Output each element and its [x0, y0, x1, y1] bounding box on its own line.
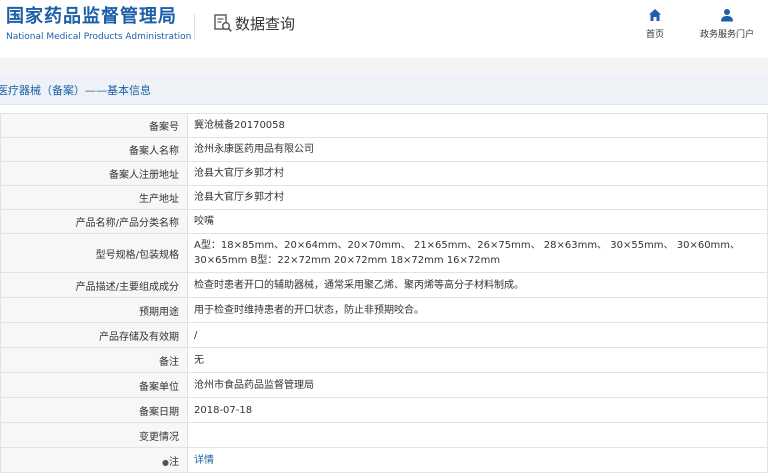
- table-row: 备案号 冀沧械备20170058: [0, 113, 768, 138]
- field-label: 产品存储及有效期: [0, 322, 188, 348]
- table-row: ●注 详情: [0, 447, 768, 473]
- field-label: 备案人名称: [0, 137, 188, 162]
- table-row: 预期用途 用于检查时维持患者的开口状态，防止非预期咬合。: [0, 297, 768, 323]
- details-link[interactable]: 详情: [194, 455, 214, 466]
- field-value: 咬嘴: [187, 209, 768, 234]
- logo-title-cn: 国家药品监督管理局: [6, 6, 177, 27]
- field-label: 型号规格/包装规格: [0, 233, 188, 273]
- field-value: 详情: [187, 447, 768, 473]
- field-label: 变更情况: [0, 422, 188, 448]
- breadcrumb-text: 医疗器械（备案）——基本信息: [0, 84, 151, 97]
- field-label: 备案号: [0, 113, 188, 138]
- detail-table: 备案号 冀沧械备20170058 备案人名称 沧州永康医药用品有限公司 备案人注…: [0, 113, 768, 473]
- field-label: 预期用途: [0, 297, 188, 323]
- field-value: 无: [187, 347, 768, 373]
- user-icon: [721, 9, 733, 22]
- table-row: 备案人名称 沧州永康医药用品有限公司: [0, 137, 768, 162]
- site-logo[interactable]: 国家药品监督管理局 National Medical Products Admi…: [6, 6, 191, 43]
- field-value: 沧州永康医药用品有限公司: [187, 137, 768, 162]
- note-icon: ●: [162, 457, 169, 467]
- field-label: 备注: [0, 347, 188, 373]
- data-query-title: 数据查询: [213, 12, 295, 34]
- table-row: 备注 无: [0, 347, 768, 373]
- query-label: 数据查询: [235, 14, 296, 33]
- breadcrumb: 医疗器械（备案）——基本信息: [0, 74, 768, 105]
- home-icon: [649, 9, 661, 21]
- field-label: 产品名称/产品分类名称: [0, 209, 188, 234]
- field-label: 生产地址: [0, 185, 188, 210]
- field-label: 备案人注册地址: [0, 161, 188, 186]
- document-search-icon: [214, 14, 232, 32]
- note-label: 注: [169, 456, 179, 468]
- nav-gov-portal-label: 政务服务门户: [700, 30, 755, 40]
- field-value: 2018-07-18: [187, 397, 768, 423]
- field-label: 备案单位: [0, 372, 188, 398]
- nav-home[interactable]: 首页: [646, 8, 664, 40]
- field-value: A型：18×85mm、20×64mm、20×70mm、 21×65mm、26×7…: [187, 233, 768, 273]
- table-row: 型号规格/包装规格 A型：18×85mm、20×64mm、20×70mm、 21…: [0, 233, 768, 273]
- field-value: 沧县大官厅乡郭才村: [187, 161, 768, 186]
- site-header: 国家药品监督管理局 National Medical Products Admi…: [0, 0, 768, 58]
- field-value: /: [187, 322, 768, 348]
- table-row: 产品存储及有效期 /: [0, 322, 768, 348]
- header-divider: [194, 14, 195, 40]
- table-row: 产品描述/主要组成成分 检查时患者开口的辅助器械，通常采用聚乙烯、聚丙烯等高分子…: [0, 272, 768, 298]
- logo-title-en: National Medical Products Administration: [6, 32, 192, 42]
- field-label: 备案日期: [0, 397, 188, 423]
- table-row: 备案日期 2018-07-18: [0, 397, 768, 423]
- nav-gov-portal[interactable]: 政务服务门户: [700, 8, 754, 40]
- header-strip: [0, 58, 768, 74]
- field-value: [187, 422, 768, 448]
- field-label: ●注: [0, 447, 188, 473]
- field-value: 检查时患者开口的辅助器械，通常采用聚乙烯、聚丙烯等高分子材料制成。: [187, 272, 768, 298]
- field-value: 用于检查时维持患者的开口状态，防止非预期咬合。: [187, 297, 768, 323]
- table-row: 变更情况: [0, 422, 768, 448]
- field-label: 产品描述/主要组成成分: [0, 272, 188, 298]
- nav-home-label: 首页: [646, 30, 665, 40]
- field-value: 冀沧械备20170058: [187, 113, 768, 138]
- table-row: 产品名称/产品分类名称 咬嘴: [0, 209, 768, 234]
- table-row: 备案人注册地址 沧县大官厅乡郭才村: [0, 161, 768, 186]
- field-value: 沧州市食品药品监督管理局: [187, 372, 768, 398]
- table-row: 生产地址 沧县大官厅乡郭才村: [0, 185, 768, 210]
- table-row: 备案单位 沧州市食品药品监督管理局: [0, 372, 768, 398]
- field-value: 沧县大官厅乡郭才村: [187, 185, 768, 210]
